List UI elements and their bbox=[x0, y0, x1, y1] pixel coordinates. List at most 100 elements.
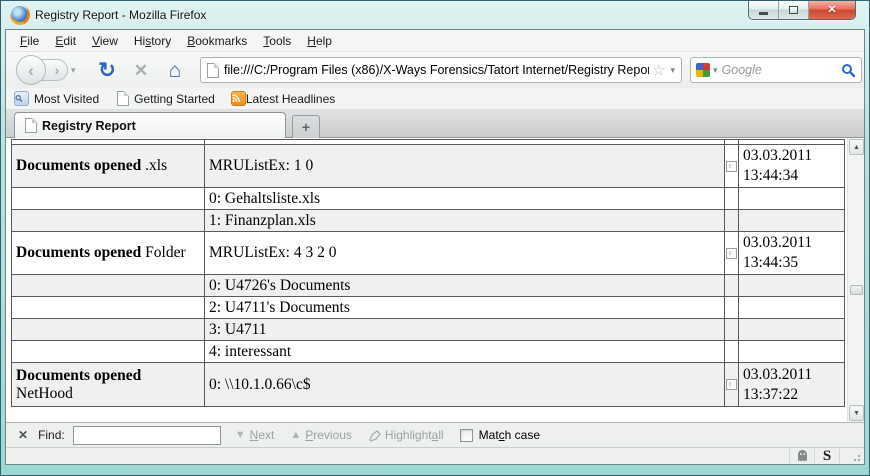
scrollbar-thumb[interactable] bbox=[850, 285, 863, 295]
search-magnifier-icon[interactable] bbox=[841, 63, 856, 78]
row-label-rest: .xls bbox=[145, 157, 168, 174]
forward-icon: › bbox=[54, 62, 60, 78]
minimize-button[interactable] bbox=[749, 1, 779, 19]
row-label-rest: Folder bbox=[145, 244, 186, 261]
menu-edit[interactable]: Edit bbox=[47, 31, 84, 51]
highlighter-icon bbox=[369, 429, 381, 442]
maximize-button[interactable] bbox=[779, 1, 809, 19]
find-previous-button[interactable]: ▲ Previous bbox=[290, 428, 352, 442]
registry-report-table: Documents opened .xls MRUListEx: 1 0 r 0… bbox=[11, 139, 845, 407]
find-next-label: N bbox=[249, 428, 259, 442]
menu-label: dit bbox=[63, 33, 77, 48]
scroll-up-button[interactable]: ▲ bbox=[849, 139, 864, 155]
previous-arrow-icon: ▲ bbox=[290, 429, 302, 441]
url-input[interactable] bbox=[224, 63, 650, 77]
row-label-rest: NetHood bbox=[16, 384, 73, 402]
scroll-down-button[interactable]: ▼ bbox=[849, 405, 864, 421]
match-case-label: Mat bbox=[478, 428, 499, 442]
new-tab-button[interactable]: + bbox=[292, 115, 320, 138]
page-icon bbox=[207, 62, 219, 78]
find-next-button[interactable]: ▼ Next bbox=[235, 428, 275, 442]
row-date-cell: 03.03.2011 13:37:22 bbox=[738, 362, 845, 407]
home-icon: ⌂ bbox=[168, 58, 182, 82]
reload-button[interactable]: ↻ bbox=[94, 56, 120, 84]
row-marker-cell bbox=[724, 296, 739, 319]
find-previous-label: revious bbox=[313, 428, 352, 442]
match-case-label: h case bbox=[504, 428, 541, 442]
row-date-cell: 03.03.2011 13:44:35 bbox=[738, 231, 845, 275]
bookmark-star-icon[interactable]: ☆ bbox=[652, 61, 665, 79]
stop-button[interactable]: ✕ bbox=[128, 56, 154, 84]
find-bar: ✕ Find: ▼ Next ▲ Previous Highlight a ll … bbox=[6, 422, 864, 447]
new-tab-icon: + bbox=[301, 119, 311, 135]
row-date-cell bbox=[738, 318, 845, 341]
history-dropdown-icon[interactable]: ▾ bbox=[71, 65, 76, 76]
row-marker-cell bbox=[724, 209, 739, 232]
bookmark-latest-headlines[interactable]: Latest Headlines bbox=[230, 91, 336, 106]
most-visited-icon bbox=[14, 91, 29, 106]
bookmark-most-visited[interactable]: Most Visited bbox=[14, 91, 99, 106]
row-label-cell bbox=[11, 209, 205, 232]
home-button[interactable]: ⌂ bbox=[162, 56, 188, 84]
menu-tools[interactable]: Tools bbox=[255, 31, 299, 51]
bookmark-label: Latest Headlines bbox=[245, 91, 336, 106]
back-button[interactable]: ‹ bbox=[16, 55, 46, 85]
search-input[interactable] bbox=[721, 63, 841, 77]
bookmark-label: Getting Started bbox=[134, 91, 215, 106]
row-label-cell bbox=[11, 274, 205, 297]
table-row: 2: U4711's Documents bbox=[11, 296, 845, 319]
find-close-icon[interactable]: ✕ bbox=[18, 428, 28, 442]
menu-file[interactable]: File bbox=[12, 31, 47, 51]
row-marker-cell bbox=[724, 274, 739, 297]
window-resize-grip[interactable] bbox=[848, 449, 862, 463]
highlight-all-label: ll bbox=[438, 428, 444, 442]
menu-history[interactable]: History bbox=[126, 31, 179, 51]
page-content: Documents opened .xls MRUListEx: 1 0 r 0… bbox=[6, 138, 864, 422]
search-engine-dropdown-icon[interactable]: ▾ bbox=[713, 65, 718, 76]
row-marker-cell bbox=[724, 187, 739, 210]
firefox-icon[interactable] bbox=[11, 6, 28, 23]
highlight-all-button[interactable]: Highlight a ll bbox=[368, 428, 444, 442]
tab-label: Registry Report bbox=[42, 118, 136, 133]
navigation-toolbar: ‹ › ▾ ↻ ✕ ⌂ ☆ ▾ ▾ bbox=[6, 52, 864, 88]
row-marker-cell: r bbox=[724, 144, 739, 188]
menu-label: ools bbox=[269, 33, 292, 48]
vertical-scrollbar[interactable]: ▲ ▼ bbox=[847, 138, 864, 422]
table-row: 4: interessant bbox=[11, 340, 845, 363]
bookmark-label: Most Visited bbox=[34, 91, 100, 106]
menu-view[interactable]: View bbox=[84, 31, 126, 51]
table-row: 0: Gehaltsliste.xls bbox=[11, 187, 845, 210]
ghostery-extension-icon[interactable] bbox=[790, 448, 814, 465]
row-date-cell bbox=[738, 274, 845, 297]
title-bar[interactable]: Registry Report - Mozilla Firefox ✕ bbox=[1, 1, 869, 29]
row-date-cell bbox=[738, 209, 845, 232]
row-label-cell bbox=[11, 318, 205, 341]
match-case-toggle[interactable]: Mat c h case bbox=[459, 428, 541, 442]
url-dropdown-icon[interactable]: ▾ bbox=[668, 65, 677, 76]
row-label-bold: Documents opened bbox=[16, 157, 142, 174]
row-value-cell: 0: Gehaltsliste.xls bbox=[204, 187, 725, 210]
menu-help[interactable]: Help bbox=[299, 31, 340, 51]
row-value-cell: 3: U4711 bbox=[204, 318, 725, 341]
tab-page-icon bbox=[25, 118, 37, 133]
back-forward-group: ‹ › ▾ bbox=[16, 55, 76, 85]
stop-icon: ✕ bbox=[133, 60, 149, 80]
tab-registry-report[interactable]: Registry Report bbox=[14, 112, 286, 138]
row-label-cell: Documents opened NetHood bbox=[11, 362, 205, 407]
match-case-checkbox[interactable] bbox=[459, 428, 473, 442]
highlight-all-label: a bbox=[431, 428, 439, 442]
table-row: Documents opened Folder MRUListEx: 4 3 2… bbox=[11, 231, 845, 275]
close-button[interactable]: ✕ bbox=[809, 1, 855, 19]
menu-bookmarks[interactable]: Bookmarks bbox=[179, 31, 255, 51]
table-row: Documents opened NetHood 0: \\10.1.0.66\… bbox=[11, 362, 845, 407]
firefox-window: Registry Report - Mozilla Firefox ✕ File… bbox=[0, 0, 870, 476]
noscript-extension-icon[interactable]: S bbox=[815, 448, 839, 465]
back-icon: ‹ bbox=[28, 60, 34, 80]
bookmark-getting-started[interactable]: Getting Started bbox=[115, 91, 215, 106]
row-value-cell: 2: U4711's Documents bbox=[204, 296, 725, 319]
table-row: Documents opened .xls MRUListEx: 1 0 r 0… bbox=[11, 144, 845, 188]
find-input[interactable] bbox=[72, 425, 221, 445]
row-label-cell bbox=[11, 296, 205, 319]
row-marker-cell: r bbox=[724, 231, 739, 275]
menu-label: H bbox=[307, 33, 316, 48]
